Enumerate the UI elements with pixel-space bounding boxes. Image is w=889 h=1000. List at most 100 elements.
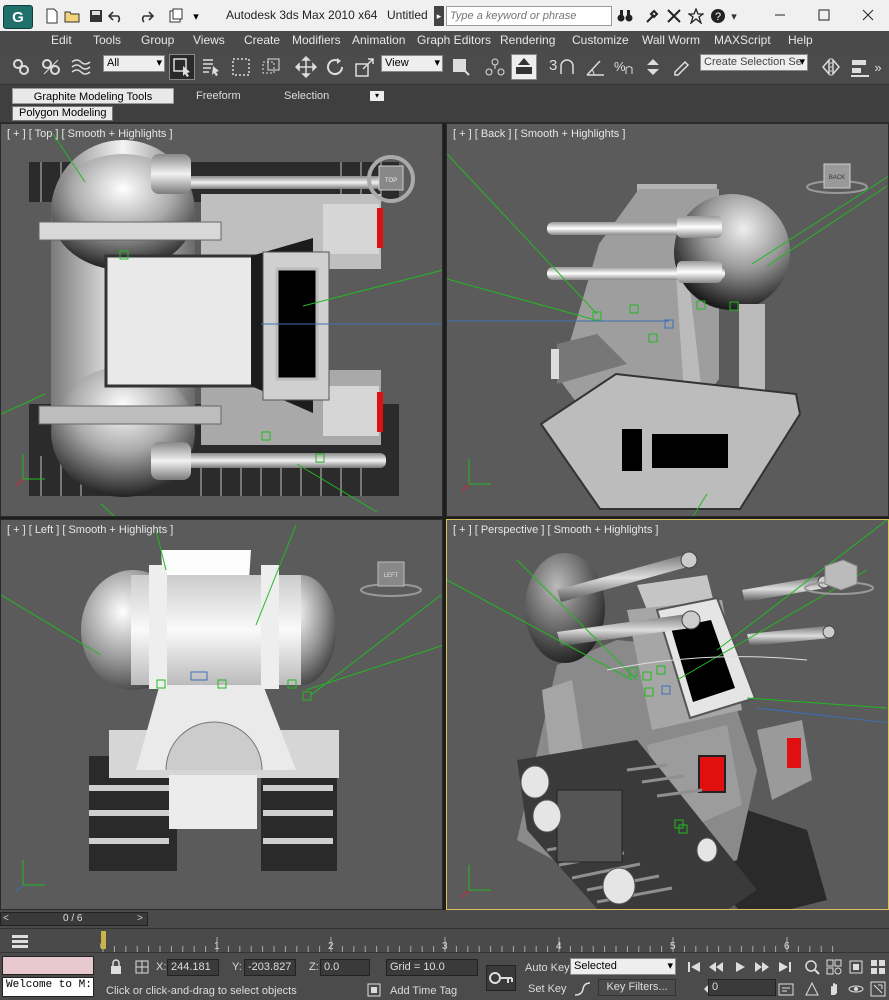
select-object-icon[interactable] <box>169 54 195 80</box>
viewport-left-label[interactable]: [ + ] [ Left ] [ Smooth + Highlights ] <box>7 524 173 536</box>
menu-group[interactable]: Group <box>141 33 174 47</box>
bind-space-warp-icon[interactable] <box>68 54 94 80</box>
go-to-end-icon[interactable] <box>775 957 795 977</box>
menu-animation[interactable]: Animation <box>352 33 405 47</box>
scale-icon[interactable] <box>352 54 378 80</box>
rectangular-selection-icon[interactable] <box>228 54 254 80</box>
reference-coordinate-dropdown[interactable]: View ▾ <box>381 55 443 72</box>
link-icon[interactable] <box>8 54 34 80</box>
close-icon[interactable] <box>858 5 878 25</box>
menu-tools[interactable]: Tools <box>93 33 121 47</box>
ribbon-panel-polygon-modeling[interactable]: Polygon Modeling <box>12 106 114 121</box>
current-time-marker[interactable] <box>101 931 106 949</box>
menu-edit[interactable]: Edit <box>51 33 72 47</box>
viewport-back[interactable]: BACK [ + ] [ Back ] [ Smooth + Highlight… <box>446 123 889 517</box>
zoom-all-icon[interactable] <box>824 957 844 977</box>
search-expand-icon[interactable]: ▸ <box>434 6 444 26</box>
menu-wall-worm[interactable]: Wall Worm <box>642 33 700 47</box>
viewport-back-label[interactable]: [ + ] [ Back ] [ Smooth + Highlights ] <box>453 128 625 140</box>
time-configuration-icon[interactable] <box>776 979 796 999</box>
menu-create[interactable]: Create <box>244 33 280 47</box>
menu-customize[interactable]: Customize <box>572 33 629 47</box>
key-filters-button[interactable]: Key Filters... <box>598 979 676 996</box>
next-frame-icon[interactable] <box>752 957 772 977</box>
selection-filter-dropdown[interactable]: All ▾ <box>103 55 165 72</box>
binoculars-icon[interactable] <box>615 6 635 26</box>
selection-lock-icon[interactable] <box>106 957 126 977</box>
window-crossing-icon[interactable] <box>258 54 284 80</box>
zoom-icon[interactable] <box>802 957 822 977</box>
favorites-star-icon[interactable] <box>686 6 706 26</box>
viewport-perspective[interactable]: [ + ] [ Perspective ] [ Smooth + Highlig… <box>446 519 889 910</box>
undo-icon[interactable] <box>106 6 126 26</box>
viewport-perspective-label[interactable]: [ + ] [ Perspective ] [ Smooth + Highlig… <box>453 524 658 536</box>
redo-icon[interactable] <box>136 6 156 26</box>
maxscript-output[interactable]: Welcome to M: <box>2 977 94 997</box>
default-in-out-tangent-icon[interactable] <box>572 979 592 999</box>
menu-modifiers[interactable]: Modifiers <box>292 33 341 47</box>
select-manipulate-icon[interactable] <box>482 54 508 80</box>
ribbon-tab-graphite[interactable]: Graphite Modeling Tools <box>12 88 174 104</box>
angle-snap-icon[interactable] <box>582 54 608 80</box>
y-coordinate-field[interactable]: -203.827 <box>244 959 296 976</box>
ribbon-tab-selection[interactable]: Selection <box>278 88 335 104</box>
spinner-snap-icon[interactable] <box>640 54 666 80</box>
go-to-start-icon[interactable] <box>684 957 704 977</box>
auto-key-button[interactable]: Auto Key <box>525 962 570 974</box>
set-key-button[interactable]: Set Key <box>528 983 567 995</box>
communication-center-icon[interactable] <box>664 6 684 26</box>
mini-curve-editor-icon[interactable] <box>10 931 30 951</box>
unlink-icon[interactable] <box>38 54 64 80</box>
save-icon[interactable] <box>86 6 106 26</box>
view-cube[interactable] <box>824 559 858 591</box>
minimize-icon[interactable] <box>770 5 790 25</box>
maxscript-listener[interactable] <box>2 956 94 975</box>
time-slider-track[interactable]: < 0 / 6 > <box>0 912 148 926</box>
percent-snap-icon[interactable]: % <box>610 54 636 80</box>
move-icon[interactable] <box>293 54 319 80</box>
subscription-key-icon[interactable] <box>642 6 662 26</box>
add-time-tag-icon[interactable] <box>364 980 384 1000</box>
open-file-icon[interactable] <box>62 6 82 26</box>
key-mode-dropdown[interactable]: Selected ▾ <box>570 958 676 975</box>
quick-access-dropdown-icon[interactable]: ▾ <box>186 6 206 26</box>
menu-views[interactable]: Views <box>193 33 225 47</box>
named-selection-dropdown[interactable]: Create Selection Se ▾ <box>700 54 808 71</box>
edit-named-selection-icon[interactable] <box>670 54 696 80</box>
field-of-view-icon[interactable] <box>802 979 822 999</box>
track-ruler[interactable]: 0123456 <box>48 929 848 953</box>
orbit-icon[interactable] <box>846 979 866 999</box>
x-coordinate-field[interactable]: 244.181 <box>167 959 219 976</box>
ribbon-tab-freeform[interactable]: Freeform <box>190 88 247 104</box>
track-bar[interactable]: 0123456 <box>0 928 889 953</box>
new-file-icon[interactable] <box>42 6 62 26</box>
keyboard-shortcut-override-icon[interactable] <box>511 54 537 80</box>
app-logo-icon[interactable]: G <box>3 5 33 29</box>
current-frame-field[interactable]: 0 <box>708 979 776 996</box>
toolbar-overflow-icon[interactable]: » <box>870 54 886 80</box>
time-prev-icon[interactable]: < <box>3 913 9 924</box>
help-dropdown-icon[interactable]: ▾ <box>724 6 744 26</box>
menu-maxscript[interactable]: MAXScript <box>714 33 771 47</box>
zoom-extents-all-icon[interactable] <box>868 957 888 977</box>
menu-graph-editors[interactable]: Graph Editors <box>417 33 491 47</box>
maximize-icon[interactable] <box>814 5 834 25</box>
search-input[interactable] <box>446 6 612 26</box>
ribbon-options-icon[interactable]: ▾ <box>370 91 384 101</box>
absolute-mode-icon[interactable] <box>132 957 152 977</box>
pan-icon[interactable] <box>824 979 844 999</box>
viewport-top[interactable]: TOP [ + ] [ Top ] [ Smooth + Highlights … <box>0 123 443 517</box>
maximize-viewport-icon[interactable] <box>868 979 888 999</box>
previous-frame-icon[interactable] <box>706 957 726 977</box>
snap-toggle-icon[interactable] <box>555 54 581 80</box>
menu-rendering[interactable]: Rendering <box>500 33 555 47</box>
zoom-extents-icon[interactable] <box>846 957 866 977</box>
menu-help[interactable]: Help <box>788 33 813 47</box>
viewport-left[interactable]: LEFT [ + ] [ Left ] [ Smooth + Highlight… <box>0 519 443 910</box>
project-folder-icon[interactable] <box>166 6 186 26</box>
pivot-center-icon[interactable] <box>448 54 474 80</box>
select-by-name-icon[interactable] <box>198 54 224 80</box>
set-key-big-icon[interactable] <box>486 965 516 991</box>
play-icon[interactable] <box>730 957 750 977</box>
viewport-top-label[interactable]: [ + ] [ Top ] [ Smooth + Highlights ] <box>7 128 173 140</box>
